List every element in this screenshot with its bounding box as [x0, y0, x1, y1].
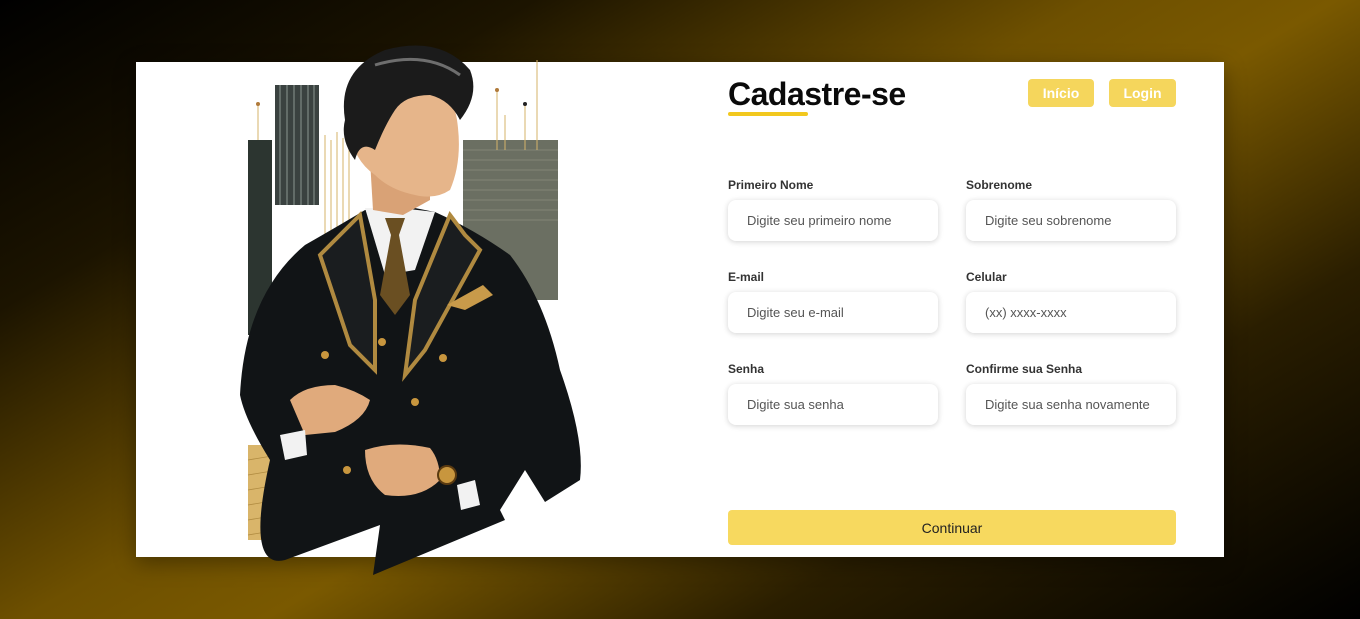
email-input[interactable]: [728, 292, 938, 333]
man-in-suit-illustration: [240, 45, 581, 575]
confirm-password-label: Confirme sua Senha: [966, 362, 1083, 376]
login-button[interactable]: Login: [1109, 79, 1176, 107]
last-name-input[interactable]: [966, 200, 1176, 241]
phone-input[interactable]: [966, 292, 1176, 333]
last-name-group: Sobrenome: [966, 178, 1176, 241]
password-input[interactable]: [728, 384, 938, 425]
phone-group: Celular: [966, 270, 1176, 333]
home-button[interactable]: Início: [1028, 79, 1094, 107]
register-form: Cadastre-se Início Login Primeiro Nome S…: [728, 62, 1176, 557]
email-label: E-mail: [728, 270, 765, 284]
title-underline: [728, 112, 808, 116]
phone-label: Celular: [966, 270, 1007, 284]
password-group: Senha: [728, 362, 938, 425]
first-name-input[interactable]: [728, 200, 938, 241]
page-title: Cadastre-se: [728, 76, 906, 112]
first-name-label: Primeiro Nome: [728, 178, 814, 192]
password-label: Senha: [728, 362, 765, 376]
confirm-password-input[interactable]: [966, 384, 1176, 425]
confirm-password-group: Confirme sua Senha: [966, 362, 1176, 425]
first-name-group: Primeiro Nome: [728, 178, 938, 241]
email-group: E-mail: [728, 270, 938, 333]
last-name-label: Sobrenome: [966, 178, 1033, 192]
continue-button[interactable]: Continuar: [728, 510, 1176, 545]
